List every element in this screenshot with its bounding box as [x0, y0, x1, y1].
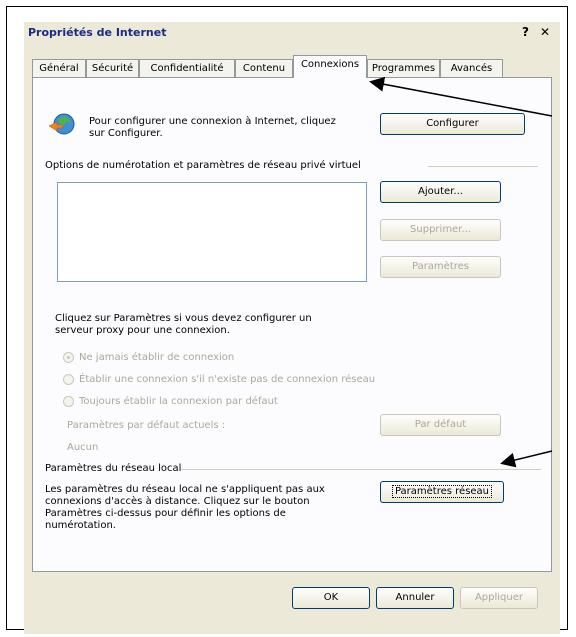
arrow-to-lan-settings	[500, 450, 553, 468]
arrow-to-connections-tab	[369, 76, 553, 117]
tab-connections[interactable]: Connexions	[293, 55, 367, 78]
annotation-arrows	[369, 76, 553, 468]
